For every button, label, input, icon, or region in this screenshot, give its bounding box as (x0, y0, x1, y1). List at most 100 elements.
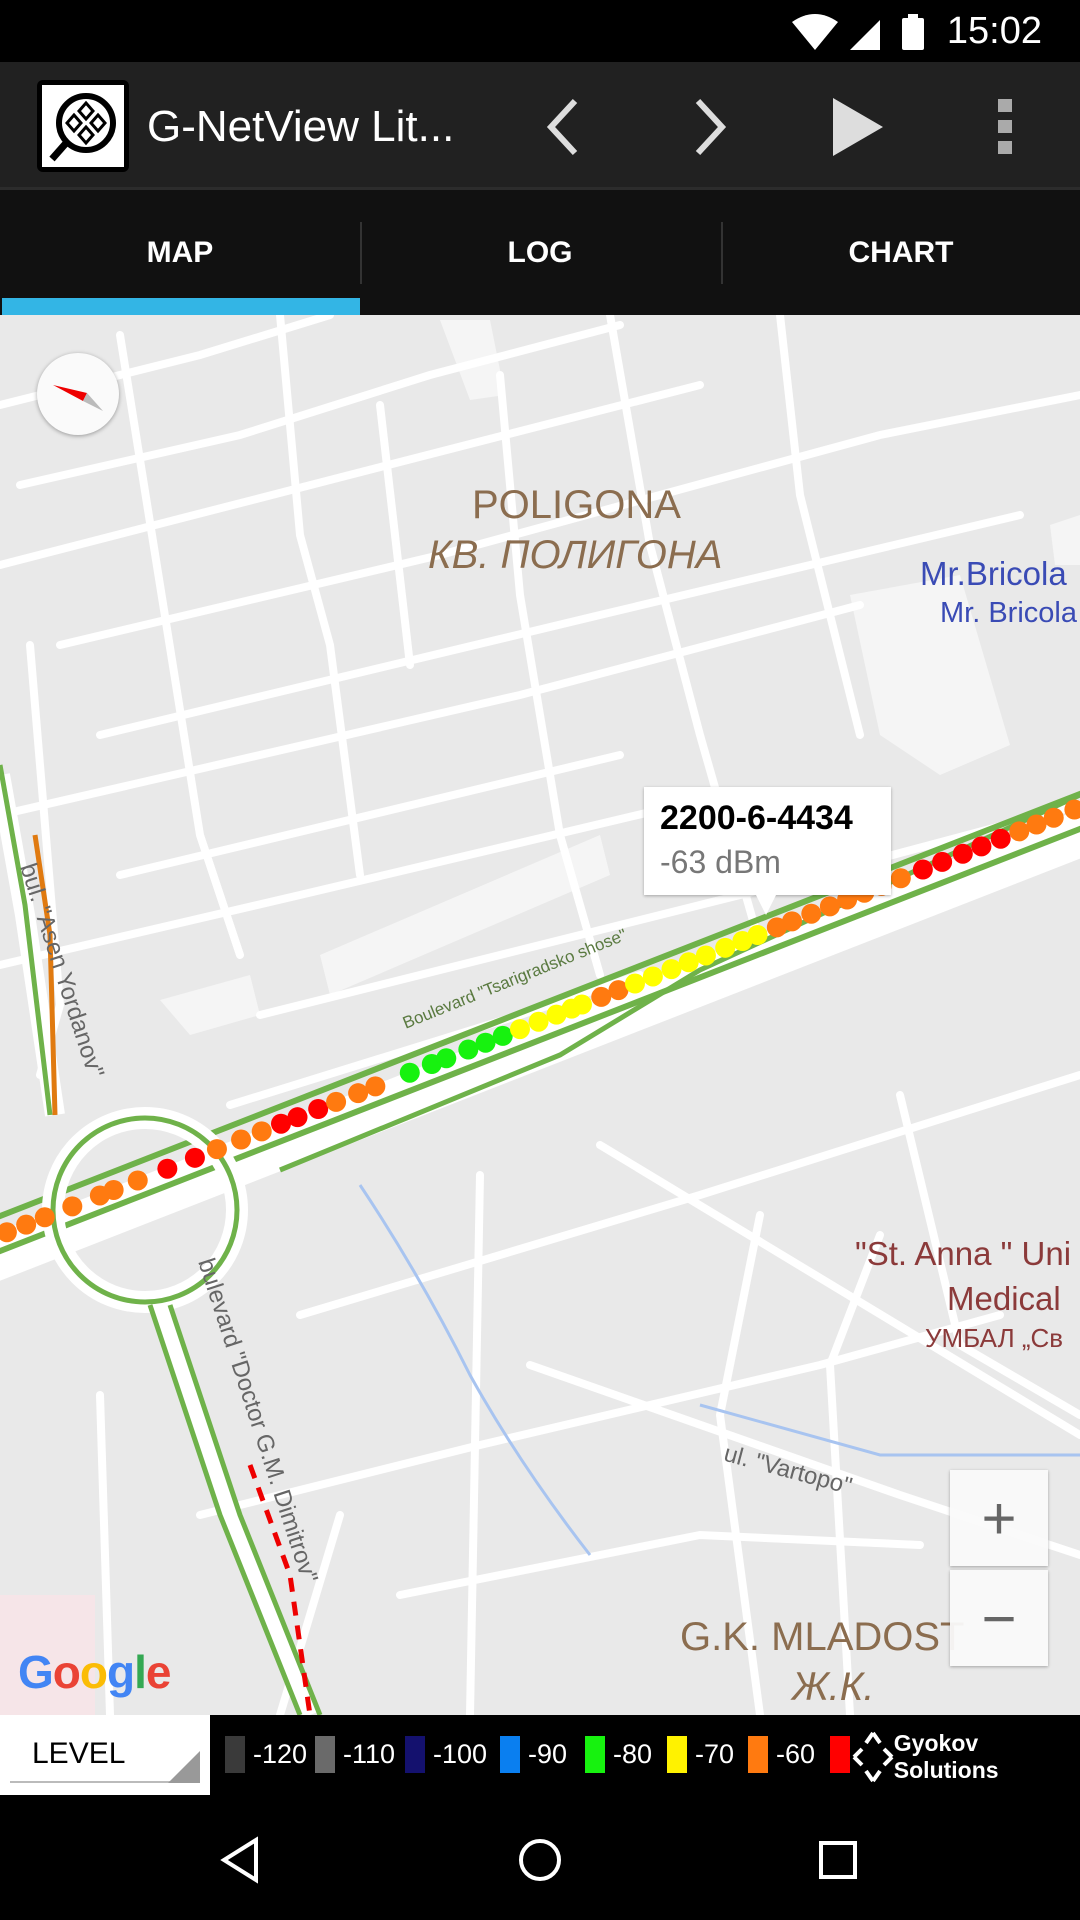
map-label-hospital: "St. Anna " Uni (855, 1235, 1072, 1272)
battery-icon (902, 14, 924, 50)
signal-sample-dot[interactable] (990, 828, 1011, 849)
legend-label: -70 (695, 1739, 735, 1769)
recents-icon (819, 1841, 857, 1879)
brand-name: Gyokov Solutions (893, 1730, 999, 1783)
signal-sample-dot[interactable] (399, 1062, 420, 1083)
map-view[interactable]: POLIGONA КВ. ПОЛИГОНА Mr.Bricola Mr. Bri… (0, 315, 1080, 1715)
signal-sample-dot[interactable] (509, 1019, 530, 1040)
zoom-in-button[interactable]: + (950, 1470, 1048, 1566)
legend-item: -60 (748, 1736, 815, 1773)
map-label-hospital-3: УМБАЛ „Св (925, 1323, 1064, 1353)
map-label-hospital-2: Medical (947, 1280, 1061, 1317)
signal-sample-dot[interactable] (308, 1099, 329, 1119)
home-button[interactable] (500, 1820, 580, 1900)
legend-item: -120 (225, 1736, 307, 1773)
legend-item: -70 (667, 1736, 734, 1773)
zoom-out-button[interactable]: − (950, 1570, 1048, 1666)
brand-logo: Gyokov Solutions (850, 1729, 1080, 1785)
signal-sample-dot[interactable] (591, 986, 612, 1007)
signal-sample-dot[interactable] (1009, 821, 1030, 842)
signal-sample-dot[interactable] (492, 1025, 513, 1046)
app-title: G-NetView Lit... (147, 102, 455, 151)
legend-label: -90 (528, 1739, 568, 1769)
signal-sample-dot[interactable] (16, 1214, 37, 1235)
signal-sample-dot[interactable] (1043, 807, 1064, 828)
back-icon (220, 1836, 258, 1884)
signal-sample-dot[interactable] (365, 1076, 386, 1097)
previous-button[interactable] (518, 82, 608, 172)
legend-item: -100 (405, 1736, 487, 1773)
app-logo-icon (37, 80, 129, 172)
active-tab-indicator (2, 298, 360, 315)
cell-signal-icon (850, 20, 880, 50)
signal-sample-dot[interactable] (571, 994, 592, 1015)
status-icons (792, 14, 924, 50)
signal-sample-dot[interactable] (206, 1139, 227, 1160)
legend-swatch (585, 1736, 605, 1773)
cell-id: 2200-6-4434 (660, 799, 853, 837)
tab-log[interactable]: LOG (360, 190, 720, 315)
signal-sample-dot[interactable] (782, 911, 803, 932)
signal-sample-dot[interactable] (642, 966, 663, 987)
tab-bar: MAP LOG CHART (0, 190, 1080, 315)
chevron-left-icon (546, 98, 578, 156)
legend-label: -60 (776, 1739, 816, 1769)
signal-sample-dot[interactable] (251, 1121, 272, 1142)
legend-swatch (315, 1736, 335, 1773)
overflow-menu-button[interactable] (960, 82, 1050, 172)
signal-sample-dot[interactable] (62, 1196, 83, 1217)
signal-sample-dot[interactable] (747, 925, 768, 945)
cell-info-window[interactable]: 2200-6-4434 -63 dBm (644, 787, 891, 915)
tab-map[interactable]: MAP (0, 190, 360, 315)
app-toolbar: G-NetView Lit... (0, 62, 1080, 190)
recents-button[interactable] (798, 1820, 878, 1900)
back-button[interactable] (200, 1820, 280, 1900)
signal-sample-dot[interactable] (436, 1048, 457, 1069)
signal-sample-dot[interactable] (912, 859, 933, 880)
signal-sample-dot[interactable] (475, 1032, 496, 1053)
signal-sample-dot[interactable] (231, 1129, 252, 1150)
signal-level: -63 dBm (660, 844, 781, 880)
signal-sample-dot[interactable] (819, 896, 840, 917)
map-label-store: Mr.Bricola (920, 555, 1067, 592)
level-selector[interactable]: LEVEL (0, 1715, 210, 1795)
signal-sample-dot[interactable] (932, 851, 953, 872)
signal-sample-dot[interactable] (34, 1207, 55, 1228)
legend-label: -110 (343, 1739, 396, 1769)
legend-swatch (405, 1736, 425, 1773)
signal-sample-dot[interactable] (624, 973, 645, 994)
map-label-district-cyrillic: КВ. ПОЛИГОНА (428, 533, 723, 577)
play-icon (833, 98, 883, 156)
signal-sample-dot[interactable] (184, 1147, 205, 1168)
signal-sample-dot[interactable] (127, 1170, 148, 1191)
signal-sample-dot[interactable] (287, 1107, 308, 1128)
signal-sample-dot[interactable] (715, 937, 736, 958)
legend-swatch (830, 1736, 850, 1773)
signal-sample-dot[interactable] (348, 1083, 369, 1104)
signal-sample-dot[interactable] (678, 952, 699, 973)
signal-sample-dot[interactable] (661, 959, 682, 980)
gyokov-logo-icon (852, 1731, 894, 1783)
play-button[interactable] (812, 82, 902, 172)
wifi-icon (792, 14, 838, 50)
navigation-bar (0, 1795, 1080, 1920)
signal-sample-dot[interactable] (952, 843, 973, 864)
legend-label: -80 (613, 1739, 653, 1769)
signal-sample-dot[interactable] (695, 945, 716, 966)
signal-sample-dot[interactable] (157, 1158, 178, 1179)
next-button[interactable] (665, 82, 755, 172)
signal-sample-dot[interactable] (326, 1091, 347, 1112)
signal-sample-dot[interactable] (1026, 814, 1047, 835)
tab-chart[interactable]: CHART (721, 190, 1080, 315)
signal-sample-dot[interactable] (801, 903, 822, 924)
legend-item: -80 (585, 1736, 652, 1773)
signal-sample-dot[interactable] (971, 836, 992, 857)
legend-swatch (748, 1736, 768, 1773)
compass-button[interactable] (37, 353, 119, 435)
signal-sample-dot[interactable] (528, 1011, 549, 1032)
signal-sample-dot[interactable] (890, 868, 911, 889)
compass-icon (53, 385, 103, 411)
map-label-district: POLIGONA (472, 483, 681, 527)
signal-sample-dot[interactable] (458, 1039, 479, 1060)
signal-sample-dot[interactable] (103, 1180, 124, 1200)
